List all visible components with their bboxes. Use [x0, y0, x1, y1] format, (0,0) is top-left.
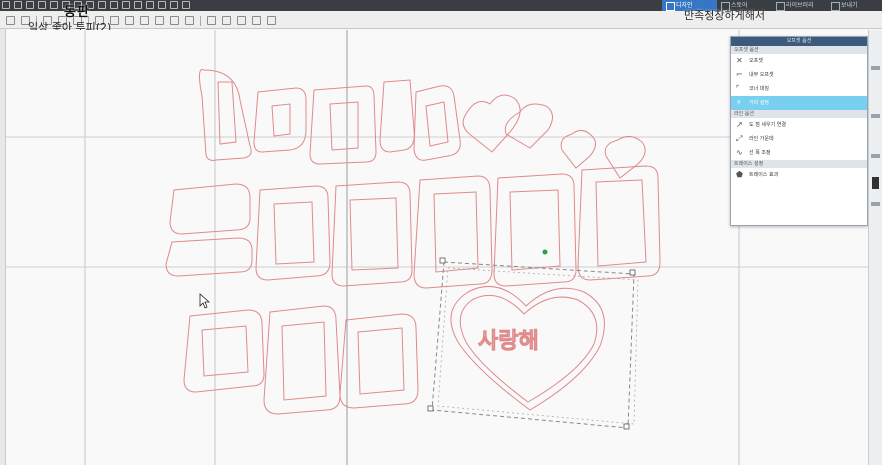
heart-text: 사랑해: [478, 329, 539, 354]
group-icon[interactable]: [125, 16, 134, 25]
open-icon[interactable]: [26, 1, 34, 9]
panel-item-label: 라인 가운데: [749, 136, 774, 142]
panel-section-offset: 오프셋 옵션: [731, 46, 867, 54]
rotate-handle: [542, 249, 548, 255]
delete-icon[interactable]: [267, 16, 276, 25]
distance-icon: ⚡: [736, 98, 742, 107]
zoom-fit-icon[interactable]: [134, 1, 142, 9]
cut-icon[interactable]: [50, 1, 58, 9]
grid-icon[interactable]: [182, 1, 190, 9]
print-icon[interactable]: [38, 1, 46, 9]
line-width-icon: ∿: [736, 148, 743, 157]
panel-section-line: 라인 옵션: [731, 110, 867, 118]
subtract-icon[interactable]: [170, 16, 179, 25]
offset-options-panel: 오프셋 옵션 오프셋 옵션 ✕ 오프셋 ⌐ 내부 오프셋 ⌜ 코너 대칭 ⚡ 거…: [730, 36, 868, 226]
pan-icon[interactable]: [170, 1, 178, 9]
move-icon[interactable]: [158, 1, 166, 9]
mouse-cursor: [199, 293, 211, 309]
app-window: { "document": { "title": "동판", "subtitle…: [0, 0, 882, 465]
inner-offset-icon: ⌐: [736, 70, 743, 79]
panel-item-corner[interactable]: ⌜ 코너 대칭: [731, 82, 867, 96]
tab-library[interactable]: 라이브러리: [772, 0, 827, 11]
panel-item-offset[interactable]: ✕ 오프셋: [731, 54, 867, 68]
vertical-scrollbar[interactable]: [868, 30, 882, 465]
panel-item-trace[interactable]: ⬟ 트레이스 효과: [731, 168, 867, 182]
offset-icon: ✕: [736, 56, 743, 65]
save-icon[interactable]: [14, 1, 22, 9]
zoom-in-icon[interactable]: [110, 1, 118, 9]
scroll-marker: [871, 114, 880, 118]
panel-item-inner-offset[interactable]: ⌐ 내부 오프셋: [731, 68, 867, 82]
cut-outline-row-2: [165, 165, 661, 289]
zoom-out-icon[interactable]: [122, 1, 130, 9]
offset-icon[interactable]: [237, 16, 246, 25]
panel-item-distance[interactable]: ⚡ 거리 설정: [731, 96, 867, 110]
scroll-thumb[interactable]: [872, 177, 879, 189]
new-file-icon[interactable]: [2, 1, 10, 9]
resize-handle: [623, 423, 630, 430]
redo-icon[interactable]: [98, 1, 106, 9]
panel-item-label: 트레이스 효과: [749, 172, 779, 178]
panel-item-label: 오프셋: [749, 58, 763, 64]
resize-handle: [439, 257, 446, 264]
panel-item-connect[interactable]: ↗ 도 점 세우기 연결: [731, 118, 867, 132]
cut-outline-row-3: [183, 305, 419, 415]
distribute-icon[interactable]: [110, 16, 119, 25]
panel-item-label: 선 폭 조정: [749, 150, 771, 156]
trace-icon[interactable]: [252, 16, 261, 25]
resize-handle: [629, 269, 636, 276]
scroll-marker: [871, 154, 880, 158]
corner-icon: ⌜: [736, 84, 740, 93]
caption-overlay: 만족청장하게해서: [684, 9, 765, 22]
ungroup-icon[interactable]: [140, 16, 149, 25]
select-tool-icon[interactable]: [6, 16, 15, 25]
line-center-icon: ⤢: [736, 134, 743, 143]
panel-item-line-center[interactable]: ⤢ 라인 가운데: [731, 132, 867, 146]
connect-icon: ↗: [736, 120, 743, 129]
document-title: 동판: [64, 5, 90, 20]
panel-item-label: 거리 설정: [749, 100, 769, 106]
panel-item-label: 내부 오프셋: [749, 72, 774, 78]
panel-item-line-width[interactable]: ∿ 선 폭 조정: [731, 146, 867, 160]
trace-icon: ⬟: [736, 170, 743, 179]
zoom-select-icon[interactable]: [146, 1, 154, 9]
intersect-icon[interactable]: [185, 16, 194, 25]
panel-section-trace: 트레이스 설정: [731, 160, 867, 168]
toolbar-divider: [200, 16, 201, 26]
resize-handle: [427, 405, 434, 412]
tab-send[interactable]: 보내기: [827, 0, 882, 11]
scroll-marker: [871, 66, 880, 70]
rotate-icon[interactable]: [222, 16, 231, 25]
panel-item-label: 코너 대칭: [749, 86, 769, 92]
weld-icon[interactable]: [155, 16, 164, 25]
cut-outline-row-1: [198, 69, 646, 179]
panel-title[interactable]: 오프셋 옵션: [731, 37, 867, 46]
scroll-marker: [871, 202, 880, 206]
mirror-icon[interactable]: [207, 16, 216, 25]
heart-design[interactable]: 사랑해: [427, 249, 639, 430]
panel-item-label: 도 점 세우기 연결: [749, 122, 786, 128]
